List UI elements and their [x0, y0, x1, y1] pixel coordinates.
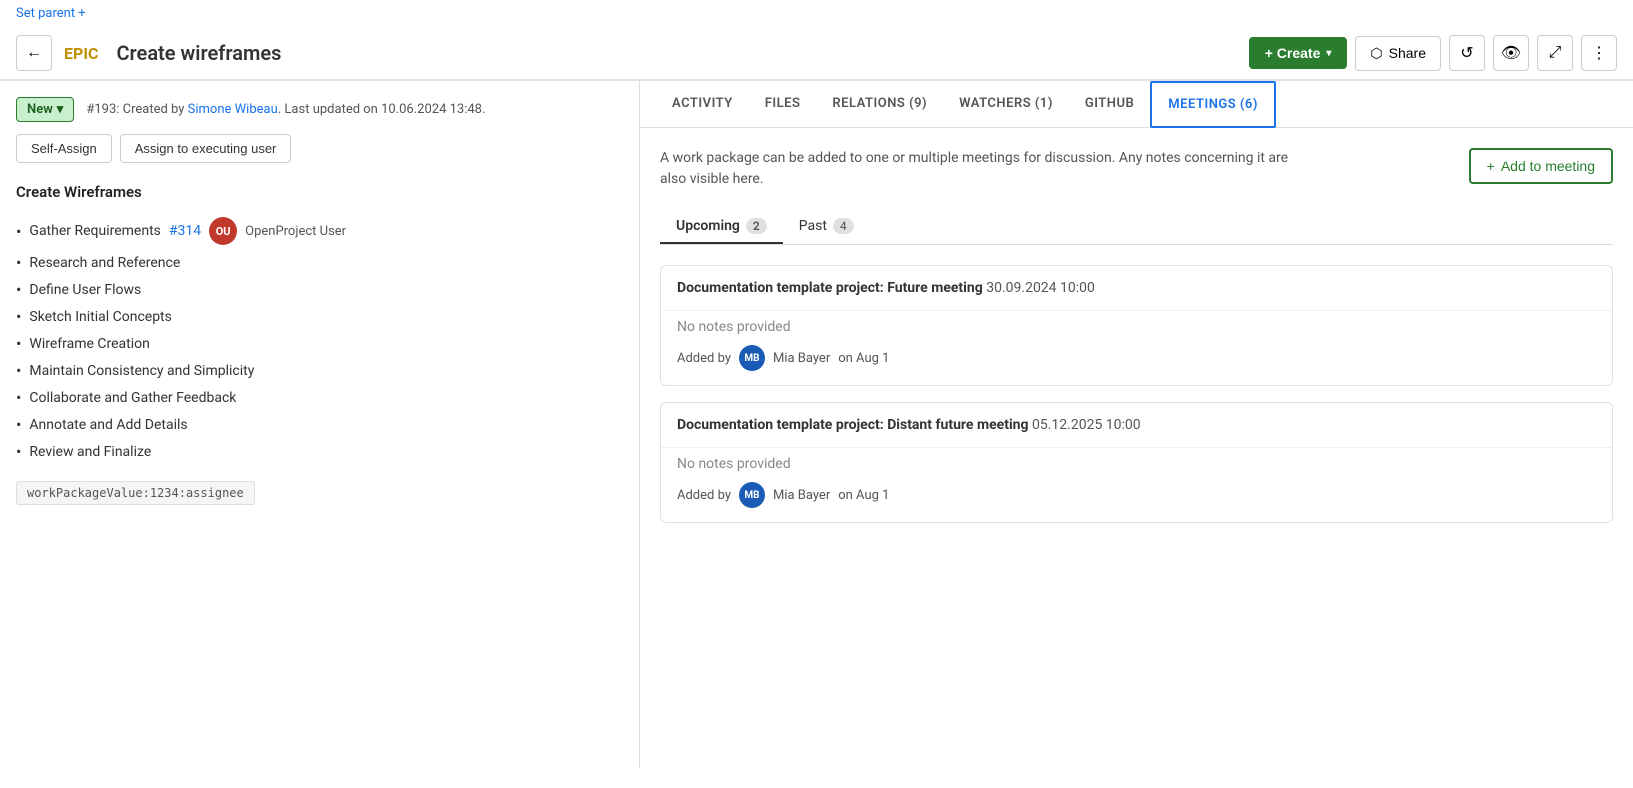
meeting-card-body: No notes provided Added by MB Mia Bayer … — [661, 447, 1612, 522]
tab-watchers[interactable]: WATCHERS (1) — [943, 82, 1069, 127]
meeting-tab-past[interactable]: Past 4 — [783, 210, 870, 244]
tab-meetings[interactable]: MEETINGS (6) — [1150, 81, 1276, 128]
more-options-button[interactable]: ⋮ — [1581, 35, 1617, 71]
set-parent-bar[interactable]: Set parent + — [0, 0, 1633, 27]
list-item: Collaborate and Gather Feedback — [16, 384, 623, 411]
status-badge[interactable]: New ▾ — [16, 97, 74, 122]
code-snippet: workPackageValue:1234:assignee — [16, 481, 255, 505]
no-notes-text: No notes provided — [677, 319, 1596, 335]
meeting-card: Documentation template project: Future m… — [660, 265, 1613, 386]
action-buttons: Self-Assign Assign to executing user — [16, 134, 623, 163]
added-by-prefix: Added by — [677, 488, 731, 503]
list-item: Wireframe Creation — [16, 330, 623, 357]
list-item: Annotate and Add Details — [16, 411, 623, 438]
tabs-row: ACTIVITY FILES RELATIONS (9) WATCHERS (1… — [640, 81, 1633, 128]
task-text: Define User Flows — [29, 282, 141, 298]
tab-relations[interactable]: RELATIONS (9) — [816, 82, 943, 127]
list-item: Sketch Initial Concepts — [16, 303, 623, 330]
meeting-tabs: Upcoming 2 Past 4 — [660, 210, 1613, 245]
page-title: Create wireframes — [116, 41, 281, 65]
share-icon: ⬡ — [1370, 45, 1382, 62]
preview-button[interactable]: 👁 — [1493, 35, 1529, 71]
expand-icon: ⤢ — [1549, 44, 1562, 62]
tab-activity[interactable]: ACTIVITY — [656, 82, 749, 127]
task-text: Gather Requirements — [29, 223, 161, 239]
add-meeting-label: Add to meeting — [1501, 158, 1595, 174]
tab-github[interactable]: GITHUB — [1069, 82, 1150, 127]
meeting-date: 05.12.2025 10:00 — [1032, 417, 1141, 433]
added-by-prefix: Added by — [677, 351, 731, 366]
upcoming-label: Upcoming — [676, 218, 740, 234]
chevron-down-icon: ▾ — [1326, 48, 1331, 59]
meetings-header: A work package can be added to one or mu… — [660, 148, 1613, 190]
share-button[interactable]: ⬡ Share — [1355, 36, 1441, 71]
history-button[interactable]: ↺ — [1449, 35, 1485, 71]
share-label: Share — [1389, 45, 1426, 61]
right-content: A work package can be added to one or mu… — [640, 128, 1633, 768]
meeting-title: Documentation template project: Future m… — [677, 280, 983, 296]
status-label: New — [27, 102, 53, 117]
left-panel: New ▾ #193: Created by Simone Wibeau. La… — [0, 81, 640, 768]
past-label: Past — [799, 218, 827, 234]
create-label: + Create — [1265, 45, 1321, 61]
added-by-name: Mia Bayer — [773, 488, 830, 503]
list-item: Gather Requirements #314 OU OpenProject … — [16, 213, 623, 249]
assign-executing-button[interactable]: Assign to executing user — [120, 134, 292, 163]
more-icon: ⋮ — [1591, 43, 1607, 63]
meta-text: #193: Created by Simone Wibeau. Last upd… — [86, 102, 485, 117]
avatar: OU — [209, 217, 237, 245]
status-row: New ▾ #193: Created by Simone Wibeau. La… — [16, 97, 623, 122]
set-parent-link[interactable]: Set parent + — [16, 6, 86, 21]
past-count: 4 — [833, 218, 854, 234]
self-assign-button[interactable]: Self-Assign — [16, 134, 112, 163]
avatar: MB — [739, 345, 765, 371]
creator-link[interactable]: Simone Wibeau — [188, 102, 278, 117]
meeting-title: Documentation template project: Distant … — [677, 417, 1029, 433]
meeting-tab-upcoming[interactable]: Upcoming 2 — [660, 210, 783, 244]
task-list: Gather Requirements #314 OU OpenProject … — [16, 213, 623, 465]
task-text: Review and Finalize — [29, 444, 151, 460]
main-layout: New ▾ #193: Created by Simone Wibeau. La… — [0, 80, 1633, 768]
added-by: Added by MB Mia Bayer on Aug 1 — [677, 345, 1596, 371]
no-notes-text: No notes provided — [677, 456, 1596, 472]
create-button[interactable]: + Create ▾ — [1249, 37, 1348, 69]
list-item: Define User Flows — [16, 276, 623, 303]
meetings-description: A work package can be added to one or mu… — [660, 148, 1300, 190]
avatar: MB — [739, 482, 765, 508]
added-by: Added by MB Mia Bayer on Aug 1 — [677, 482, 1596, 508]
meeting-card: Documentation template project: Distant … — [660, 402, 1613, 523]
added-by-date: on Aug 1 — [838, 351, 889, 366]
task-text: Research and Reference — [29, 255, 180, 271]
task-text: Maintain Consistency and Simplicity — [29, 363, 254, 379]
list-item: Research and Reference — [16, 249, 623, 276]
added-by-name: Mia Bayer — [773, 351, 830, 366]
meeting-card-header: Documentation template project: Future m… — [661, 266, 1612, 310]
added-by-date: on Aug 1 — [838, 488, 889, 503]
list-item: Maintain Consistency and Simplicity — [16, 357, 623, 384]
epic-label: EPIC — [64, 44, 98, 63]
task-text: Sketch Initial Concepts — [29, 309, 171, 325]
meeting-date: 30.09.2024 10:00 — [986, 280, 1095, 296]
task-link[interactable]: #314 — [169, 223, 201, 239]
top-bar: ← EPIC Create wireframes + Create ▾ ⬡ Sh… — [0, 27, 1633, 80]
fullscreen-button[interactable]: ⤢ — [1537, 35, 1573, 71]
status-chevron-icon: ▾ — [57, 102, 64, 117]
task-text: Wireframe Creation — [29, 336, 149, 352]
section-title: Create Wireframes — [16, 183, 623, 201]
plus-icon: + — [1487, 158, 1495, 174]
meeting-card-header: Documentation template project: Distant … — [661, 403, 1612, 447]
right-panel: ACTIVITY FILES RELATIONS (9) WATCHERS (1… — [640, 81, 1633, 768]
tab-files[interactable]: FILES — [749, 82, 817, 127]
eye-icon: 👁 — [1501, 43, 1521, 63]
upcoming-count: 2 — [746, 218, 767, 234]
meeting-card-body: No notes provided Added by MB Mia Bayer … — [661, 310, 1612, 385]
list-item: Review and Finalize — [16, 438, 623, 465]
user-label: OpenProject User — [245, 224, 346, 239]
back-button[interactable]: ← — [16, 35, 52, 71]
add-to-meeting-button[interactable]: + Add to meeting — [1469, 148, 1613, 184]
task-text: Annotate and Add Details — [29, 417, 187, 433]
top-bar-right: + Create ▾ ⬡ Share ↺ 👁 ⤢ ⋮ — [1249, 35, 1617, 71]
history-icon: ↺ — [1460, 43, 1473, 63]
task-text: Collaborate and Gather Feedback — [29, 390, 236, 406]
